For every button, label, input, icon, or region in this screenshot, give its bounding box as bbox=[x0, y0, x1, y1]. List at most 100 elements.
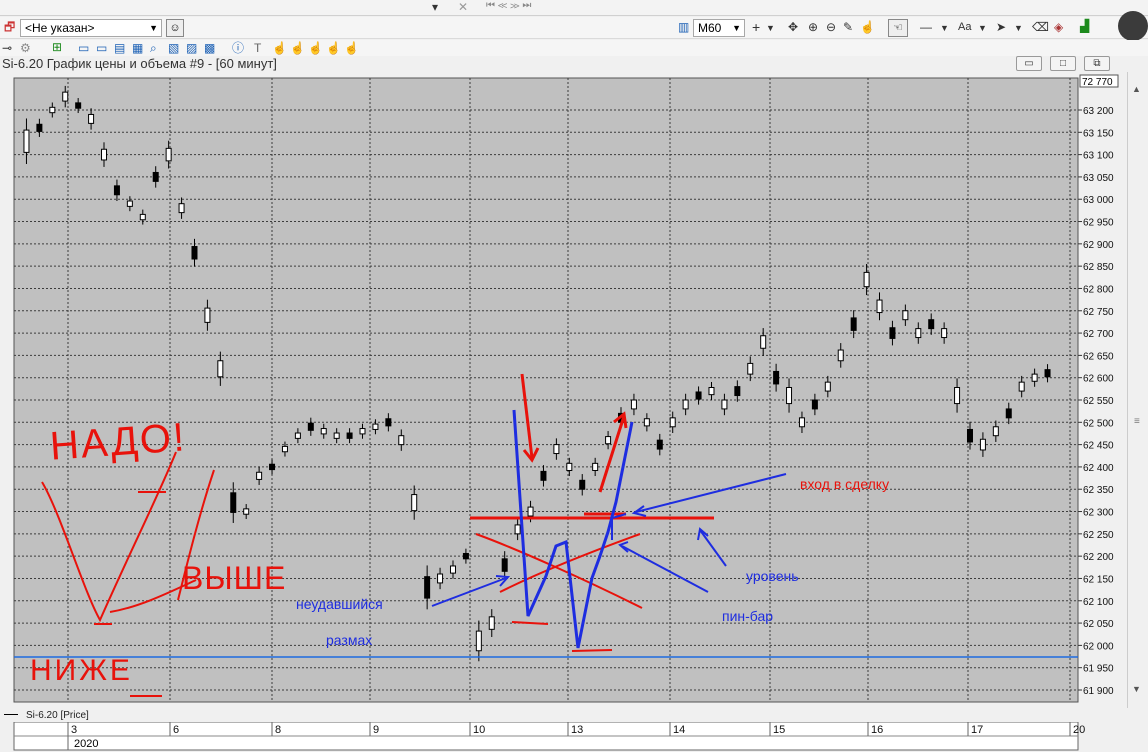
chevron-down-icon[interactable]: ▼ bbox=[1014, 20, 1023, 36]
price-tick-label: 62 350 bbox=[1083, 485, 1114, 496]
key-icon[interactable]: ⊸ bbox=[2, 40, 12, 56]
candle-body bbox=[475, 630, 482, 652]
settings-icon[interactable]: ⚙ bbox=[20, 40, 31, 56]
candle-body bbox=[126, 200, 133, 207]
candle-body bbox=[294, 432, 301, 439]
hand-tool-icon[interactable]: ☝ bbox=[308, 40, 323, 56]
candle-body bbox=[269, 463, 276, 471]
pencil-icon[interactable]: ✎ bbox=[843, 19, 853, 35]
price-tick-label: 62 750 bbox=[1083, 307, 1114, 318]
table-icon[interactable]: ▤ bbox=[114, 40, 125, 56]
scroll-up-icon[interactable]: ▲ bbox=[1132, 84, 1141, 94]
instrument-info-button[interactable]: ☺ bbox=[166, 19, 184, 37]
dropdown-arrow-icon[interactable]: ▾ bbox=[432, 0, 438, 15]
arrow-tool-icon[interactable]: ➤ bbox=[996, 19, 1006, 35]
eraser-icon[interactable]: ⌫ bbox=[1032, 19, 1049, 35]
layout-icon[interactable]: ▩ bbox=[204, 40, 215, 56]
close-icon[interactable]: ✕ bbox=[458, 0, 468, 15]
chevron-down-icon[interactable]: ▼ bbox=[940, 20, 949, 36]
price-tick-label: 62 200 bbox=[1083, 552, 1114, 563]
scroll-down-icon[interactable]: ▼ bbox=[1132, 684, 1141, 694]
instrument-select[interactable]: <Не указан> ▼ bbox=[20, 19, 162, 37]
candle-body bbox=[398, 435, 405, 446]
annotation-level: уровень bbox=[746, 568, 799, 584]
candle-body bbox=[113, 185, 120, 196]
indicators-icon[interactable]: ▟ bbox=[1080, 18, 1089, 34]
candle-body bbox=[915, 328, 922, 339]
candle-body bbox=[101, 148, 108, 161]
font-tool[interactable]: Aa bbox=[958, 19, 971, 35]
search-icon[interactable]: ⌕ bbox=[150, 40, 157, 56]
zoom-in-icon[interactable]: ⊕ bbox=[808, 19, 818, 35]
user-avatar[interactable] bbox=[1118, 11, 1148, 41]
candle-body bbox=[811, 399, 818, 410]
hand-tool-icon[interactable]: ☝ bbox=[290, 40, 305, 56]
line-tool-icon[interactable]: — bbox=[920, 19, 932, 35]
candle-body bbox=[605, 436, 612, 445]
candle-body bbox=[850, 317, 857, 331]
chevron-down-icon: ▼ bbox=[732, 23, 741, 33]
candle-body bbox=[359, 428, 366, 435]
candle-body bbox=[152, 171, 159, 182]
price-tick-label: 63 100 bbox=[1083, 151, 1114, 162]
date-tick-label: 6 bbox=[173, 724, 179, 736]
candle-body bbox=[979, 438, 986, 451]
alert-icon[interactable]: ⓘ bbox=[232, 40, 244, 56]
window-icon[interactable]: ▭ bbox=[96, 40, 107, 56]
date-tick-label: 9 bbox=[373, 724, 379, 736]
date-tick-label: 13 bbox=[571, 724, 583, 736]
date-tick-label: 14 bbox=[673, 724, 685, 736]
candle-body bbox=[333, 432, 340, 439]
chart-type-icon[interactable]: ▥ bbox=[678, 19, 689, 35]
series-legend: Si-6.20 [Price] bbox=[26, 710, 89, 721]
maximize-button[interactable]: □ bbox=[1050, 56, 1076, 71]
chevron-down-icon[interactable]: ▼ bbox=[766, 20, 775, 36]
candle-body bbox=[462, 552, 469, 560]
price-tick-label: 62 900 bbox=[1083, 240, 1114, 251]
candle-body bbox=[165, 147, 172, 162]
candle-body bbox=[941, 328, 948, 339]
zoom-out-icon[interactable]: ⊖ bbox=[826, 19, 836, 35]
navigation-arrows-icon[interactable]: ⏮ ≪ ≫ ⏭ bbox=[486, 0, 531, 14]
candle-body bbox=[708, 387, 715, 396]
price-tick-label: 61 950 bbox=[1083, 664, 1114, 675]
price-tick-label: 63 150 bbox=[1083, 128, 1114, 139]
annotation-vyshe: ВЫШЕ bbox=[182, 560, 287, 596]
plot-area bbox=[13, 77, 1079, 703]
add-icon[interactable]: ⊞ bbox=[52, 39, 62, 55]
candle-body bbox=[1044, 369, 1051, 378]
pan-button[interactable]: ☜ bbox=[888, 19, 908, 37]
crosshair-icon[interactable]: + bbox=[752, 19, 760, 35]
price-chart[interactable]: 63 200 63 150 63 100 63 050 63 000 62 950 62 9… bbox=[0, 72, 1127, 708]
price-tick-label: 62 600 bbox=[1083, 374, 1114, 385]
move-icon[interactable]: ✥ bbox=[788, 19, 798, 35]
chevron-down-icon: ▼ bbox=[149, 23, 158, 33]
chart-icon[interactable]: ▦ bbox=[132, 40, 143, 56]
restore-button[interactable]: ⧉ bbox=[1084, 56, 1110, 71]
timeframe-select-value: M60 bbox=[698, 21, 722, 35]
annotation-failed: неудавшийся bbox=[296, 596, 383, 612]
window-icon[interactable]: ▭ bbox=[78, 40, 89, 56]
price-tick-label: 62 150 bbox=[1083, 574, 1114, 585]
hand-tool-icon[interactable]: ☝ bbox=[272, 40, 287, 56]
price-tick-label: 63 000 bbox=[1083, 195, 1114, 206]
candle-body bbox=[424, 576, 431, 599]
main-toolbar: 🗗 <Не указан> ▼ ☺ ▥ M60 ▼ + ▼ ✥ ⊕ ⊖ ✎ ☝ … bbox=[0, 11, 1148, 41]
minimize-button[interactable]: ▭ bbox=[1016, 56, 1042, 71]
compare-icon[interactable]: ▧ bbox=[168, 40, 179, 56]
layout-icon[interactable]: ▨ bbox=[186, 40, 197, 56]
scroll-grip-icon[interactable]: ≡ bbox=[1134, 416, 1140, 427]
text-tool-icon[interactable]: T bbox=[254, 40, 261, 56]
timeframe-select[interactable]: M60 ▼ bbox=[693, 19, 745, 37]
candle-body bbox=[1005, 408, 1012, 419]
price-tick-label: 62 050 bbox=[1083, 619, 1114, 630]
vertical-scrollbar[interactable]: ▲ ≡ ▼ bbox=[1127, 72, 1148, 708]
delete-drawing-icon[interactable]: ◈ bbox=[1054, 19, 1063, 35]
date-tick-label: 16 bbox=[871, 724, 883, 736]
hand-tool-icon[interactable]: ☝ bbox=[344, 40, 359, 56]
hand-icon[interactable]: ☝ bbox=[860, 19, 875, 35]
hand-tool-icon[interactable]: ☝ bbox=[326, 40, 341, 56]
chevron-down-icon[interactable]: ▼ bbox=[978, 20, 987, 36]
candle-body bbox=[540, 470, 547, 481]
date-tick-label: 17 bbox=[971, 724, 983, 736]
